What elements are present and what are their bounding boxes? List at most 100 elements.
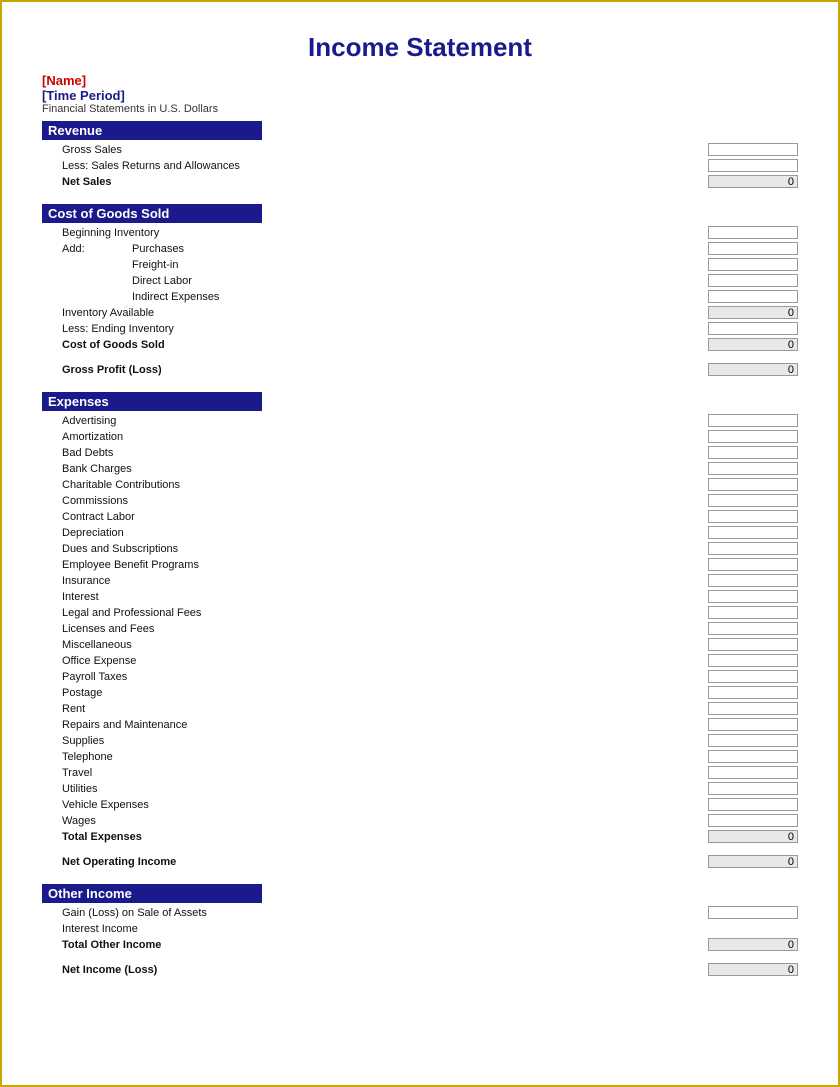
total-expenses-row: Total Expenses 0 xyxy=(42,829,798,844)
purchases-row: Add: Purchases xyxy=(42,241,798,256)
beginning-inventory-row: Beginning Inventory xyxy=(42,225,798,240)
other-income-header: Other Income xyxy=(42,884,262,903)
expense-input-18[interactable] xyxy=(708,702,798,715)
total-expenses-value: 0 xyxy=(708,830,798,843)
gross-profit-row: Gross Profit (Loss) 0 xyxy=(42,362,798,377)
indirect-expenses-input[interactable] xyxy=(708,290,798,303)
gain-loss-label: Gain (Loss) on Sale of Assets xyxy=(42,907,703,919)
expense-label: Utilities xyxy=(42,783,703,795)
expense-input-0[interactable] xyxy=(708,414,798,427)
expense-label: Postage xyxy=(42,687,703,699)
expense-label: Licenses and Fees xyxy=(42,623,703,635)
expense-input-24[interactable] xyxy=(708,798,798,811)
expense-row: Payroll Taxes xyxy=(42,669,798,684)
expense-input-2[interactable] xyxy=(708,446,798,459)
gain-loss-row: Gain (Loss) on Sale of Assets xyxy=(42,905,798,920)
purchases-input[interactable] xyxy=(708,242,798,255)
expense-label: Commissions xyxy=(42,495,703,507)
expense-input-21[interactable] xyxy=(708,750,798,763)
revenue-header: Revenue xyxy=(42,121,262,140)
expense-row: Insurance xyxy=(42,573,798,588)
net-operating-value: 0 xyxy=(708,855,798,868)
sales-returns-label: Less: Sales Returns and Allowances xyxy=(42,160,703,172)
expense-label: Travel xyxy=(42,767,703,779)
indirect-expenses-row: Indirect Expenses xyxy=(42,289,798,304)
net-income-row: Net Income (Loss) 0 xyxy=(42,962,798,977)
beginning-inventory-input[interactable] xyxy=(708,226,798,239)
net-operating-row: Net Operating Income 0 xyxy=(42,854,798,869)
expense-input-3[interactable] xyxy=(708,462,798,475)
expense-input-14[interactable] xyxy=(708,638,798,651)
total-other-income-label: Total Other Income xyxy=(42,939,703,951)
expense-input-16[interactable] xyxy=(708,670,798,683)
subtitle: Financial Statements in U.S. Dollars xyxy=(42,103,798,115)
time-period-placeholder[interactable]: [Time Period] xyxy=(42,88,798,103)
expense-row: Advertising xyxy=(42,413,798,428)
expense-input-13[interactable] xyxy=(708,622,798,635)
expense-row: Charitable Contributions xyxy=(42,477,798,492)
expense-row: Dues and Subscriptions xyxy=(42,541,798,556)
expense-input-6[interactable] xyxy=(708,510,798,523)
expense-input-9[interactable] xyxy=(708,558,798,571)
expense-input-4[interactable] xyxy=(708,478,798,491)
expense-input-10[interactable] xyxy=(708,574,798,587)
expense-label: Telephone xyxy=(42,751,703,763)
expense-row: Supplies xyxy=(42,733,798,748)
less-ending-label: Less: Ending Inventory xyxy=(42,323,703,335)
expense-row: Telephone xyxy=(42,749,798,764)
expense-input-23[interactable] xyxy=(708,782,798,795)
expense-label: Depreciation xyxy=(42,527,703,539)
total-other-income-row: Total Other Income 0 xyxy=(42,937,798,952)
expense-row: Rent xyxy=(42,701,798,716)
sales-returns-input[interactable] xyxy=(708,159,798,172)
name-placeholder[interactable]: [Name] xyxy=(42,73,798,88)
expense-row: Bank Charges xyxy=(42,461,798,476)
expense-input-7[interactable] xyxy=(708,526,798,539)
net-sales-value: 0 xyxy=(708,175,798,188)
less-ending-input[interactable] xyxy=(708,322,798,335)
expense-input-11[interactable] xyxy=(708,590,798,603)
cogs-total-label: Cost of Goods Sold xyxy=(42,339,703,351)
gain-loss-input[interactable] xyxy=(708,906,798,919)
expense-row: Commissions xyxy=(42,493,798,508)
less-ending-row: Less: Ending Inventory xyxy=(42,321,798,336)
inventory-available-value: 0 xyxy=(708,306,798,319)
page-title: Income Statement xyxy=(42,32,798,63)
expense-row: Interest xyxy=(42,589,798,604)
expense-label: Payroll Taxes xyxy=(42,671,703,683)
indirect-expenses-label: Indirect Expenses xyxy=(42,291,703,303)
expenses-rows: Advertising Amortization Bad Debts Bank … xyxy=(42,413,798,828)
expense-input-8[interactable] xyxy=(708,542,798,555)
expense-label: Interest xyxy=(42,591,703,603)
expense-input-25[interactable] xyxy=(708,814,798,827)
expense-input-5[interactable] xyxy=(708,494,798,507)
expense-input-1[interactable] xyxy=(708,430,798,443)
freight-in-row: Freight-in xyxy=(42,257,798,272)
expense-label: Charitable Contributions xyxy=(42,479,703,491)
expense-input-19[interactable] xyxy=(708,718,798,731)
gross-profit-value: 0 xyxy=(708,363,798,376)
total-other-income-value: 0 xyxy=(708,938,798,951)
expense-label: Miscellaneous xyxy=(42,639,703,651)
expenses-header: Expenses xyxy=(42,392,262,411)
net-sales-label: Net Sales xyxy=(42,176,703,188)
expense-label: Advertising xyxy=(42,415,703,427)
expense-input-20[interactable] xyxy=(708,734,798,747)
purchases-label: Purchases xyxy=(132,243,232,255)
expense-input-17[interactable] xyxy=(708,686,798,699)
expense-row: Vehicle Expenses xyxy=(42,797,798,812)
inventory-available-row: Inventory Available 0 xyxy=(42,305,798,320)
expense-input-22[interactable] xyxy=(708,766,798,779)
expense-row: Office Expense xyxy=(42,653,798,668)
direct-labor-input[interactable] xyxy=(708,274,798,287)
expense-row: Miscellaneous xyxy=(42,637,798,652)
gross-sales-input[interactable] xyxy=(708,143,798,156)
expense-row: Utilities xyxy=(42,781,798,796)
expense-input-15[interactable] xyxy=(708,654,798,667)
expense-row: Legal and Professional Fees xyxy=(42,605,798,620)
expense-input-12[interactable] xyxy=(708,606,798,619)
expense-row: Travel xyxy=(42,765,798,780)
interest-income-label: Interest Income xyxy=(42,923,703,935)
gross-sales-label: Gross Sales xyxy=(42,144,703,156)
freight-in-input[interactable] xyxy=(708,258,798,271)
